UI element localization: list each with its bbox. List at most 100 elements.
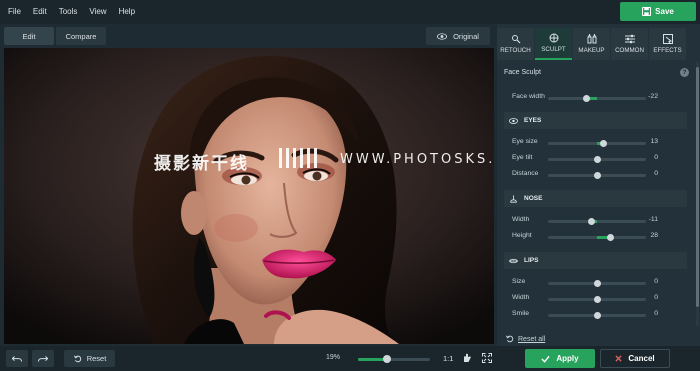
reset-all-label: Reset all bbox=[518, 335, 546, 343]
slider-value: 0 bbox=[654, 278, 658, 285]
slider-value: 0 bbox=[654, 154, 658, 161]
apply-label: Apply bbox=[556, 354, 579, 363]
slider-row-lips-size: Size 0 bbox=[497, 276, 694, 290]
reset-icon bbox=[73, 355, 81, 362]
nose-section-header[interactable]: NOSE bbox=[504, 190, 687, 207]
portrait-photo bbox=[4, 48, 494, 344]
sliders-icon bbox=[624, 34, 635, 44]
tool-retouch[interactable]: RETOUCH bbox=[497, 28, 534, 60]
panel-scrollbar[interactable] bbox=[696, 62, 699, 326]
effects-icon bbox=[662, 34, 673, 44]
tool-common[interactable]: COMMON bbox=[611, 28, 648, 60]
slider-knob[interactable] bbox=[582, 94, 590, 102]
eye-icon bbox=[509, 117, 518, 124]
menu-bar: File Edit Tools View Help Save bbox=[0, 0, 700, 24]
zoom-percent: 19% bbox=[326, 354, 341, 361]
slider-row-eye-tilt: Eye tilt 0 bbox=[497, 152, 694, 166]
tab-compare[interactable]: Compare bbox=[56, 27, 106, 45]
photo-canvas[interactable]: 摄影新干线 WWW.PHOTOSKS.VIP bbox=[4, 48, 494, 344]
tool-makeup-label: MAKEUP bbox=[578, 47, 605, 54]
slider-knob[interactable] bbox=[593, 311, 601, 319]
lips-icon bbox=[509, 258, 518, 263]
slider-label: Width bbox=[512, 294, 530, 301]
view-bar: Edit Compare Original bbox=[0, 24, 494, 48]
slider-label: Eye size bbox=[512, 138, 538, 145]
slider-knob[interactable] bbox=[599, 139, 607, 147]
check-icon bbox=[541, 355, 551, 363]
tool-common-label: COMMON bbox=[615, 47, 644, 54]
slider-knob[interactable] bbox=[593, 155, 601, 163]
lips-title: LIPS bbox=[524, 257, 539, 264]
menu-help[interactable]: Help bbox=[113, 0, 141, 24]
zoom-slider[interactable] bbox=[358, 355, 430, 363]
slider-value: 0 bbox=[654, 170, 658, 177]
floppy-icon bbox=[642, 7, 652, 16]
menu-file[interactable]: File bbox=[0, 0, 27, 24]
section-title: Face Sculpt bbox=[504, 69, 541, 76]
undo-icon bbox=[12, 355, 22, 362]
retouch-icon bbox=[511, 35, 520, 44]
redo-icon bbox=[38, 355, 48, 362]
lips-section-header[interactable]: LIPS bbox=[504, 252, 687, 269]
slider-value: 0 bbox=[654, 294, 658, 301]
slider-value: 0 bbox=[654, 310, 658, 317]
slider-value: 28 bbox=[650, 232, 658, 239]
menu-edit[interactable]: Edit bbox=[27, 0, 53, 24]
cancel-button[interactable]: Cancel bbox=[600, 349, 670, 368]
slider-row-nose-height: Height 28 bbox=[497, 230, 694, 244]
slider-value: 13 bbox=[650, 138, 658, 145]
scroll-thumb[interactable] bbox=[696, 67, 699, 307]
slider-label: Distance bbox=[512, 170, 539, 177]
slider-knob[interactable] bbox=[593, 171, 601, 179]
slider-label: Size bbox=[512, 278, 526, 285]
slider-label: Eye tilt bbox=[512, 154, 533, 161]
slider-row-eye-size: Eye size 13 bbox=[497, 136, 694, 150]
slider-knob[interactable] bbox=[588, 217, 596, 225]
app-window: File Edit Tools View Help Save Edit Comp… bbox=[0, 0, 700, 371]
original-label: Original bbox=[453, 31, 479, 41]
slider-row-distance: Distance 0 bbox=[497, 168, 694, 182]
watermark-url: WWW.PHOTOSKS.VIP bbox=[340, 152, 494, 167]
menu-view[interactable]: View bbox=[83, 0, 112, 24]
undo-button[interactable] bbox=[6, 350, 28, 367]
sculpt-icon bbox=[549, 33, 558, 43]
reset-button[interactable]: Reset bbox=[64, 350, 115, 367]
close-icon bbox=[615, 355, 622, 362]
tab-edit[interactable]: Edit bbox=[4, 27, 54, 45]
watermark-bars bbox=[279, 148, 317, 168]
original-button[interactable]: Original bbox=[426, 27, 490, 45]
help-icon[interactable]: ? bbox=[680, 68, 689, 77]
tool-effects-label: EFFECTS bbox=[653, 47, 682, 54]
slider-value: -22 bbox=[648, 93, 658, 100]
nose-icon bbox=[510, 194, 517, 203]
watermark-chinese-text: 摄影新干线 bbox=[154, 154, 249, 174]
tool-sculpt-label: SCULPT bbox=[541, 46, 566, 53]
actual-size-button[interactable]: 1:1 bbox=[443, 354, 453, 363]
reset-all-link[interactable]: Reset all bbox=[506, 335, 545, 343]
slider-row-face-width: Face width -22 bbox=[497, 91, 694, 105]
slider-value: -11 bbox=[648, 216, 658, 223]
slider-label: Smile bbox=[512, 310, 529, 317]
makeup-icon bbox=[587, 34, 596, 44]
reset-label: Reset bbox=[86, 354, 107, 363]
tool-sculpt[interactable]: SCULPT bbox=[535, 28, 572, 60]
apply-button[interactable]: Apply bbox=[525, 349, 595, 368]
slider-label: Height bbox=[512, 232, 532, 239]
zoom-knob[interactable] bbox=[382, 355, 391, 363]
tool-effects[interactable]: EFFECTS bbox=[649, 28, 686, 60]
fit-screen-icon[interactable] bbox=[482, 353, 492, 363]
eyes-section-header[interactable]: EYES bbox=[504, 112, 687, 129]
menu-tools[interactable]: Tools bbox=[53, 0, 84, 24]
tool-makeup[interactable]: MAKEUP bbox=[573, 28, 610, 60]
redo-button[interactable] bbox=[32, 350, 54, 367]
hand-icon[interactable] bbox=[462, 353, 472, 363]
slider-row-smile: Smile 0 bbox=[497, 308, 694, 322]
right-panel: RETOUCH SCULPT MAKEUP COMMON EFFECTS Fac… bbox=[497, 24, 700, 346]
slider-knob[interactable] bbox=[593, 279, 601, 287]
slider-knob[interactable] bbox=[607, 233, 615, 241]
bottom-bar: Reset 19% 1:1 Apply Cancel bbox=[0, 346, 700, 371]
slider-row-lips-width: Width 0 bbox=[497, 292, 694, 306]
reset-icon bbox=[506, 335, 514, 343]
slider-knob[interactable] bbox=[593, 295, 601, 303]
save-button[interactable]: Save bbox=[620, 2, 696, 21]
